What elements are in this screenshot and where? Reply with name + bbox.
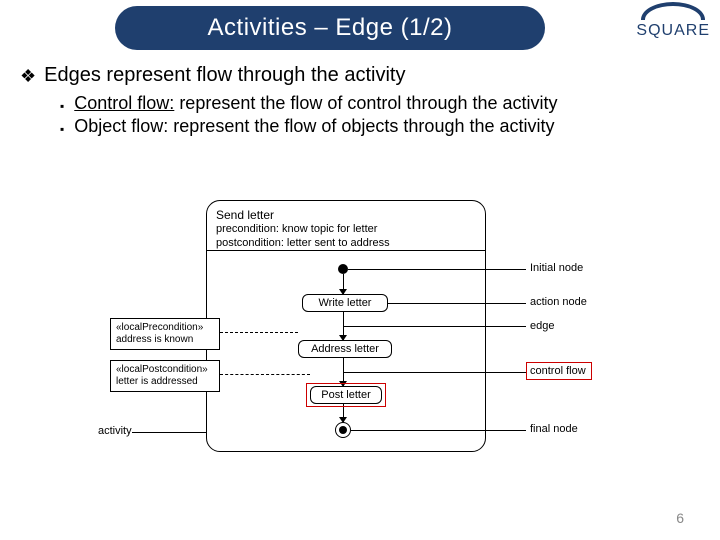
- bullet-main-text: Edges represent flow through the activit…: [44, 64, 405, 87]
- square-bullet-icon: ▪: [60, 99, 64, 113]
- brand-arc-icon: [641, 2, 705, 20]
- page-number: 6: [676, 510, 684, 526]
- note-connector: [220, 374, 310, 375]
- bullet-sub-2: ▪ Object flow: represent the flow of obj…: [60, 116, 700, 137]
- highlight-post-letter: [306, 383, 386, 407]
- slide-title-text: Activities – Edge (1/2): [208, 14, 453, 42]
- bullet-sub-1-rest: represent the flow of control through th…: [174, 93, 557, 113]
- activity-postcondition: postcondition: letter sent to address: [216, 237, 390, 251]
- bullet-sub-1: ▪ Control flow: represent the flow of co…: [60, 93, 700, 114]
- brand-logo: SQUARE: [636, 2, 710, 40]
- label-initial-node: Initial node: [530, 262, 583, 274]
- bullet-main: ❖ Edges represent flow through the activ…: [20, 64, 700, 87]
- diamond-bullet-icon: ❖: [20, 66, 36, 87]
- pointer-line: [388, 303, 526, 304]
- pointer-line: [132, 432, 206, 433]
- final-node-dot-icon: [339, 426, 347, 434]
- activity-title: Send letter: [216, 208, 390, 223]
- note-local-postcondition: «localPostcondition» letter is addressed: [110, 360, 220, 392]
- note-pre-title: «localPrecondition»: [116, 322, 214, 334]
- action-node-write: Write letter: [302, 294, 388, 312]
- pointer-line: [351, 430, 526, 431]
- initial-node-icon: [338, 264, 348, 274]
- label-final-node: final node: [530, 423, 578, 435]
- bullet-sub-1-underline: Control flow:: [74, 93, 174, 113]
- note-local-precondition: «localPrecondition» address is known: [110, 318, 220, 350]
- highlight-control-flow: [526, 362, 592, 380]
- brand-text: SQUARE: [636, 22, 710, 40]
- pointer-line: [343, 372, 526, 373]
- note-connector: [220, 332, 298, 333]
- action-node-address: Address letter: [298, 340, 392, 358]
- square-bullet-icon: ▪: [60, 122, 64, 136]
- label-activity: activity: [98, 425, 132, 437]
- activity-diagram: Send letter precondition: know topic for…: [160, 200, 670, 460]
- note-post-title: «localPostcondition»: [116, 364, 214, 376]
- pointer-line: [348, 269, 526, 270]
- label-action-node: action node: [530, 296, 587, 308]
- slide-title: Activities – Edge (1/2): [115, 6, 545, 50]
- bullet-sub-2-text: Object flow: represent the flow of objec…: [74, 116, 554, 137]
- pointer-line: [343, 326, 526, 327]
- note-post-body: letter is addressed: [116, 376, 214, 388]
- bullet-sub-1-text: Control flow: represent the flow of cont…: [74, 93, 557, 114]
- activity-precondition: precondition: know topic for letter: [216, 223, 390, 237]
- activity-divider: [206, 250, 486, 251]
- label-edge: edge: [530, 320, 554, 332]
- note-pre-body: address is known: [116, 334, 214, 346]
- activity-header: Send letter precondition: know topic for…: [216, 208, 390, 251]
